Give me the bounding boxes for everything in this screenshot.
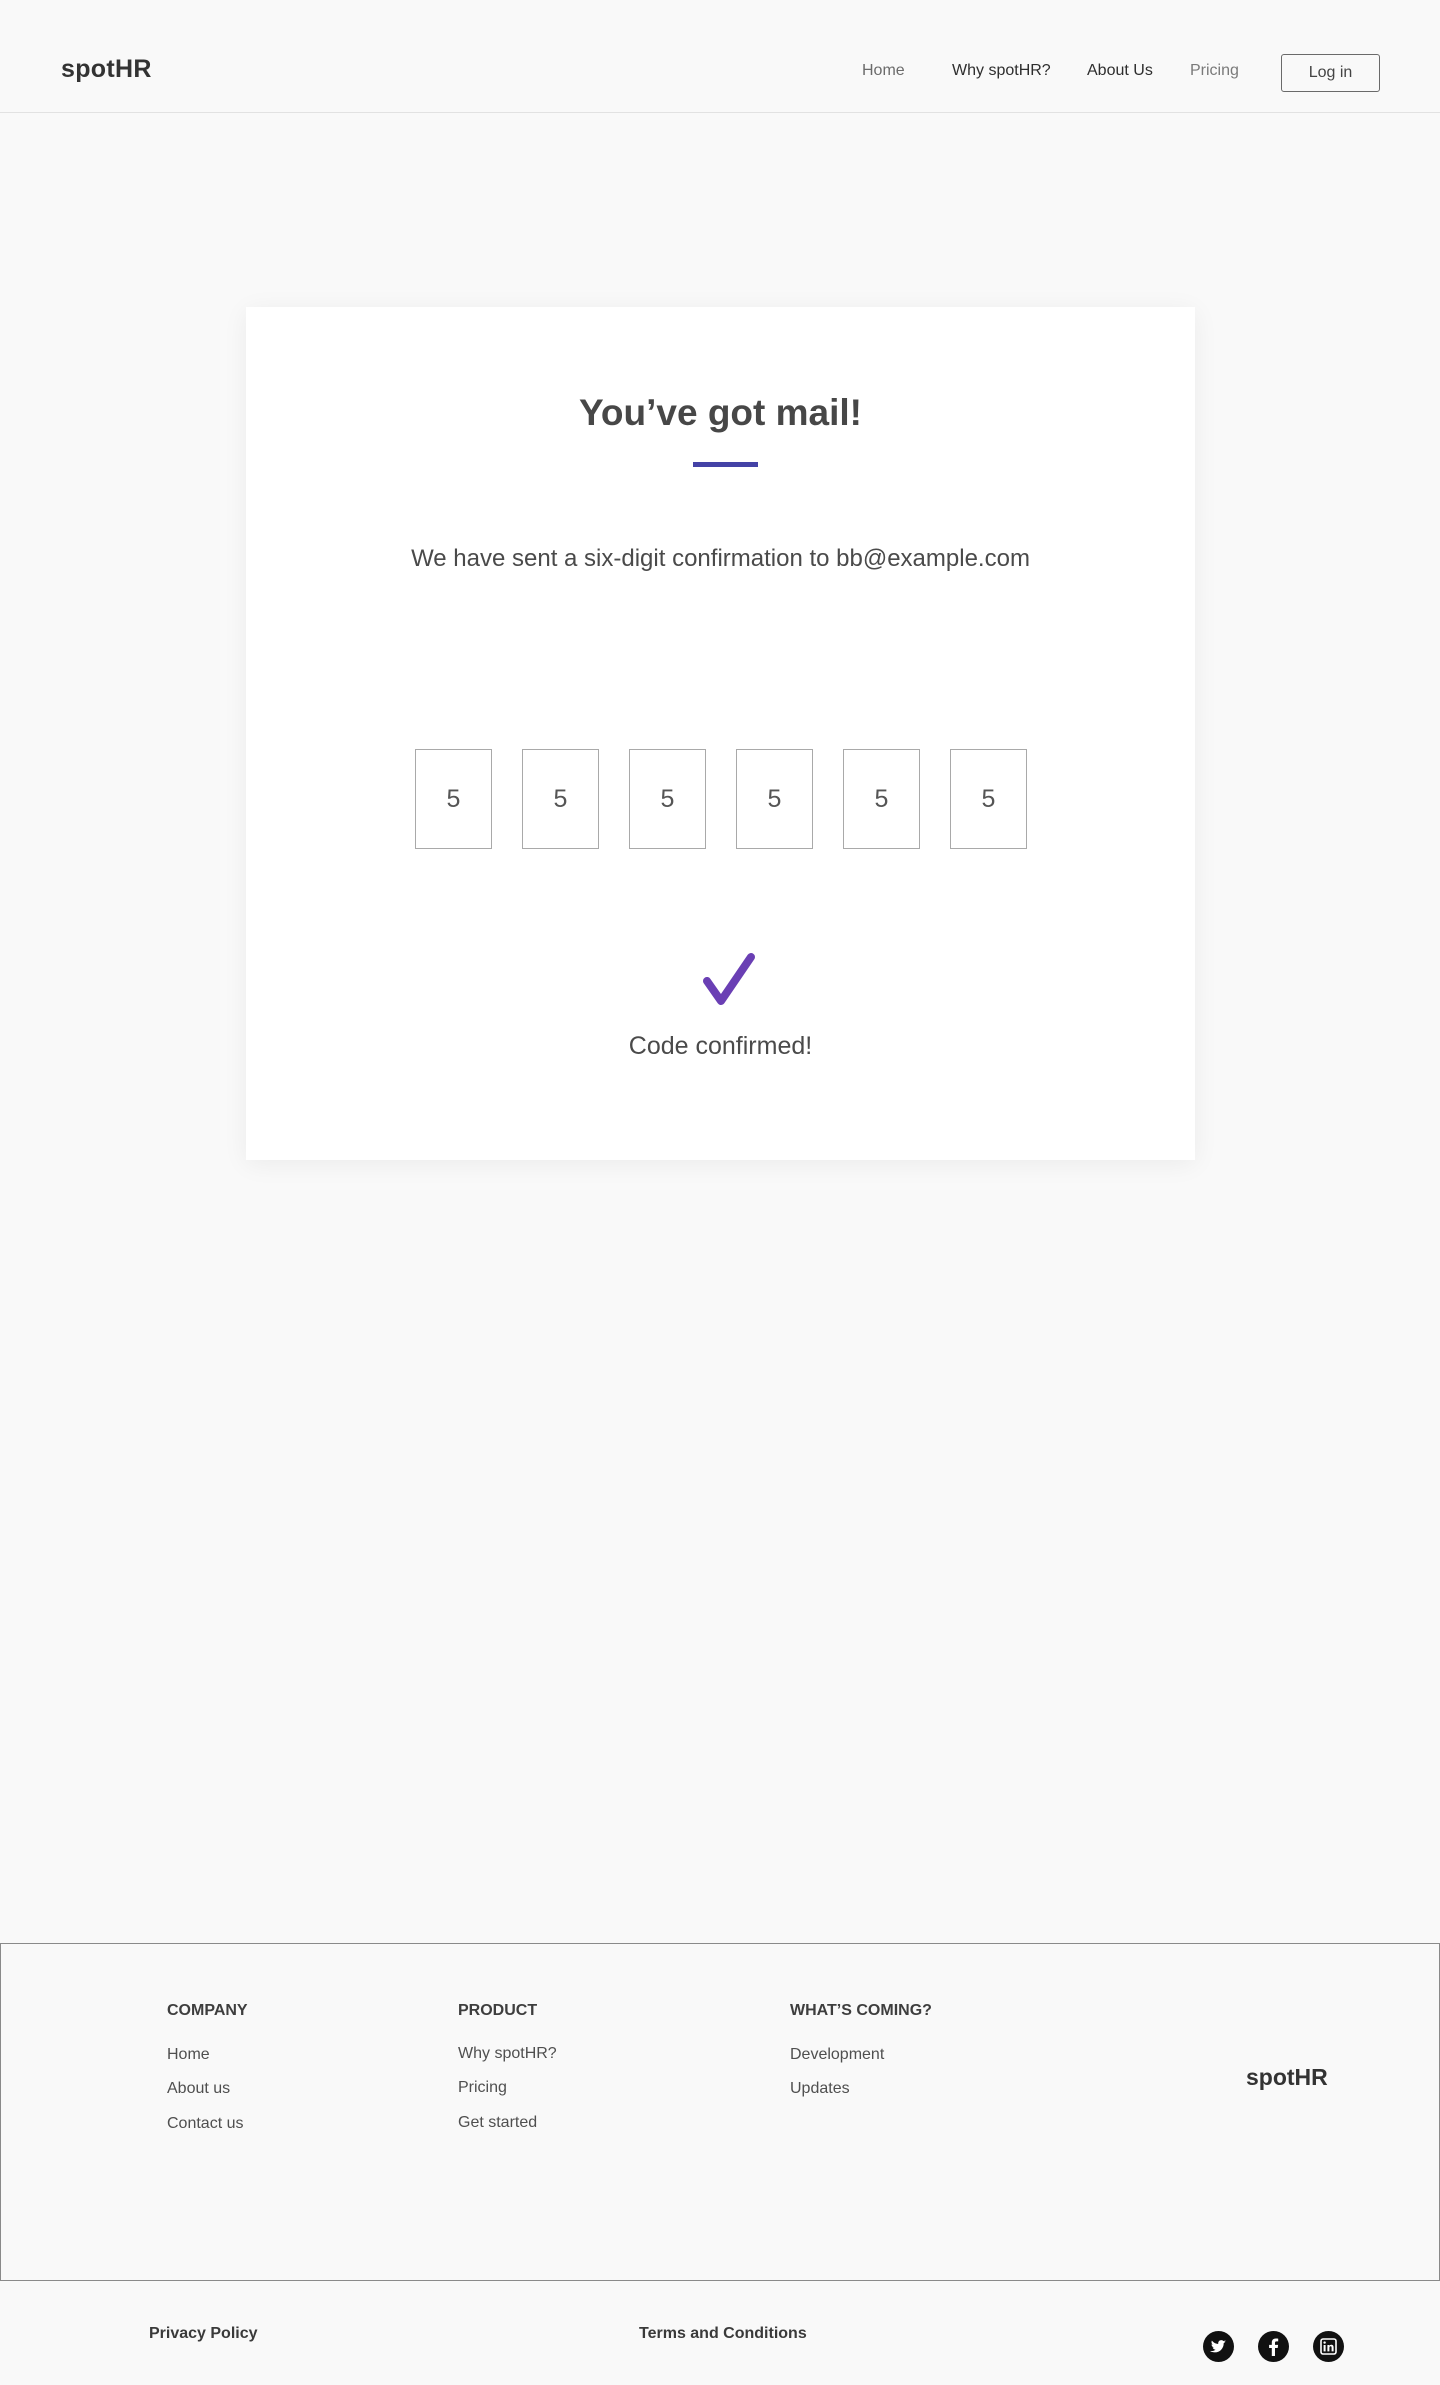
footer-heading-company: COMPANY: [167, 2002, 248, 2019]
code-digit-4[interactable]: 5: [736, 749, 813, 849]
footer-link-development[interactable]: Development: [790, 2046, 884, 2064]
twitter-icon[interactable]: [1203, 2331, 1234, 2362]
code-digit-3[interactable]: 5: [629, 749, 706, 849]
footer-link-updates[interactable]: Updates: [790, 2080, 850, 2098]
footer-link-get-started[interactable]: Get started: [458, 2114, 537, 2132]
privacy-policy-link[interactable]: Privacy Policy: [149, 2325, 258, 2343]
page-title: You’ve got mail!: [578, 392, 862, 433]
footer-link-home[interactable]: Home: [167, 2046, 210, 2064]
facebook-icon[interactable]: [1258, 2331, 1289, 2362]
nav-pricing-link[interactable]: Pricing: [1190, 62, 1239, 80]
footer: COMPANY Home About us Contact us PRODUCT…: [0, 1943, 1440, 2281]
nav-about-us-link[interactable]: About Us: [1087, 62, 1153, 80]
page: spotHR Home Why spotHR? About Us Pricing…: [0, 0, 1440, 2385]
terms-and-conditions-link[interactable]: Terms and Conditions: [639, 2325, 807, 2343]
footer-link-pricing[interactable]: Pricing: [458, 2079, 507, 2097]
nav-why-spothr-link[interactable]: Why spotHR?: [952, 62, 1051, 80]
footer-link-contact-us[interactable]: Contact us: [167, 2115, 243, 2133]
login-button[interactable]: Log in: [1281, 54, 1380, 92]
top-nav-bar: spotHR Home Why spotHR? About Us Pricing…: [0, 0, 1440, 113]
nav-home-link[interactable]: Home: [862, 62, 905, 80]
logo[interactable]: spotHR: [61, 55, 152, 84]
confirmation-card: You’ve got mail! We have sent a six-digi…: [246, 307, 1195, 1160]
footer-link-about-us[interactable]: About us: [167, 2080, 230, 2098]
footer-link-why-spothr[interactable]: Why spotHR?: [458, 2045, 557, 2063]
title-underline: [693, 462, 758, 467]
checkmark-icon: [701, 951, 757, 1007]
linkedin-icon[interactable]: [1313, 2331, 1344, 2362]
footer-heading-whats-coming: WHAT’S COMING?: [790, 2002, 932, 2019]
code-input-group: 5 5 5 5 5 5: [415, 749, 1027, 849]
code-digit-5[interactable]: 5: [843, 749, 920, 849]
code-digit-1[interactable]: 5: [415, 749, 492, 849]
footer-logo: spotHR: [1246, 2064, 1328, 2090]
footer-heading-product: PRODUCT: [458, 2002, 538, 2019]
code-digit-2[interactable]: 5: [522, 749, 599, 849]
confirmation-status: Code confirmed!: [628, 1032, 813, 1060]
code-digit-6[interactable]: 5: [950, 749, 1027, 849]
confirmation-message: We have sent a six-digit confirmation to…: [411, 545, 1030, 572]
